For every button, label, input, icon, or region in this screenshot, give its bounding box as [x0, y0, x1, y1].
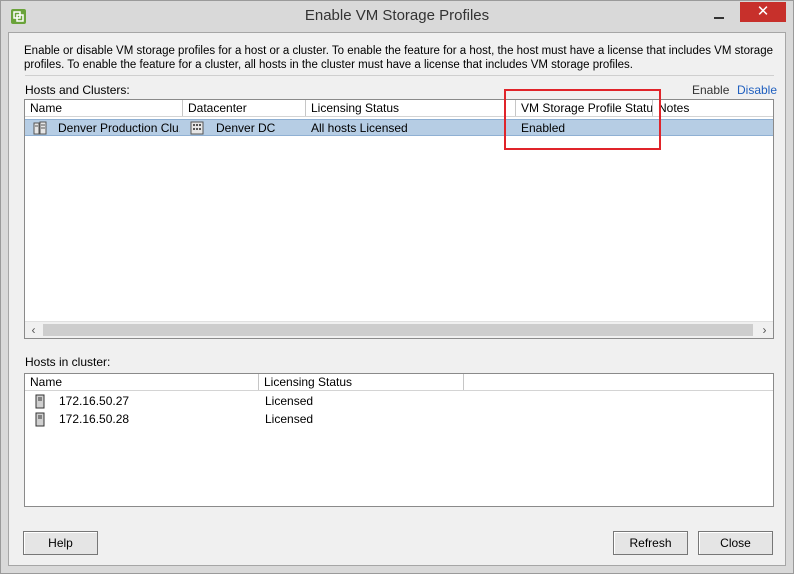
host-licensing-status: Licensed — [265, 394, 314, 408]
description-text: Enable or disable VM storage profiles fo… — [24, 45, 773, 71]
table-row[interactable]: 172.16.50.27 Licensed — [25, 393, 773, 410]
disable-link[interactable]: Disable — [737, 83, 777, 97]
scroll-left-icon[interactable]: ‹ — [25, 322, 42, 338]
title-bar[interactable]: Enable VM Storage Profiles ✕ — [1, 1, 793, 32]
host-icon — [35, 412, 45, 427]
hosts-and-clusters-table[interactable]: Name Datacenter Licensing Status VM Stor… — [24, 99, 774, 339]
divider — [25, 75, 774, 76]
column-header-empty[interactable] — [464, 374, 773, 390]
dialog-window: Enable VM Storage Profiles ✕ Enable or d… — [0, 0, 794, 574]
column-header-datacenter[interactable]: Datacenter — [183, 100, 306, 116]
table-row[interactable]: 172.16.50.28 Licensed — [25, 411, 773, 428]
scroll-thumb[interactable] — [43, 324, 753, 336]
cluster-icon — [33, 121, 47, 135]
minimize-icon[interactable] — [706, 7, 732, 25]
dialog-body: Enable or disable VM storage profiles fo… — [8, 32, 786, 566]
host-name: 172.16.50.27 — [59, 394, 130, 408]
host-licensing-status: Licensed — [265, 412, 314, 426]
host-name: 172.16.50.28 — [59, 412, 130, 426]
column-header-notes[interactable]: Notes — [653, 100, 773, 116]
scroll-right-icon[interactable]: › — [756, 322, 773, 338]
column-header-licensing-status[interactable]: Licensing Status — [259, 374, 464, 390]
row-datacenter: Denver DC — [216, 121, 276, 135]
datacenter-icon — [190, 121, 204, 135]
highlight-annotation-box — [504, 89, 661, 150]
window-close-button[interactable]: ✕ — [740, 2, 786, 22]
refresh-button[interactable]: Refresh — [613, 531, 688, 555]
close-button[interactable]: Close — [698, 531, 773, 555]
row-notes — [658, 120, 768, 137]
column-header-name[interactable]: Name — [25, 100, 183, 116]
host-icon — [35, 394, 45, 409]
row-name: Denver Production Clu... — [58, 121, 180, 135]
column-header-licensing-status[interactable]: Licensing Status — [306, 100, 516, 116]
hosts-and-clusters-label: Hosts and Clusters: — [25, 83, 130, 97]
horizontal-scrollbar[interactable]: ‹ › — [25, 321, 773, 338]
table-header: Name Licensing Status — [25, 374, 773, 391]
hosts-in-cluster-label: Hosts in cluster: — [25, 355, 111, 369]
enable-link[interactable]: Enable — [692, 83, 729, 97]
row-licensing-status: All hosts Licensed — [311, 121, 408, 135]
help-button[interactable]: Help — [23, 531, 98, 555]
column-header-name[interactable]: Name — [25, 374, 259, 390]
hosts-in-cluster-table[interactable]: Name Licensing Status 172.16.50.27 Licen… — [24, 373, 774, 507]
window-title: Enable VM Storage Profiles — [304, 7, 490, 24]
